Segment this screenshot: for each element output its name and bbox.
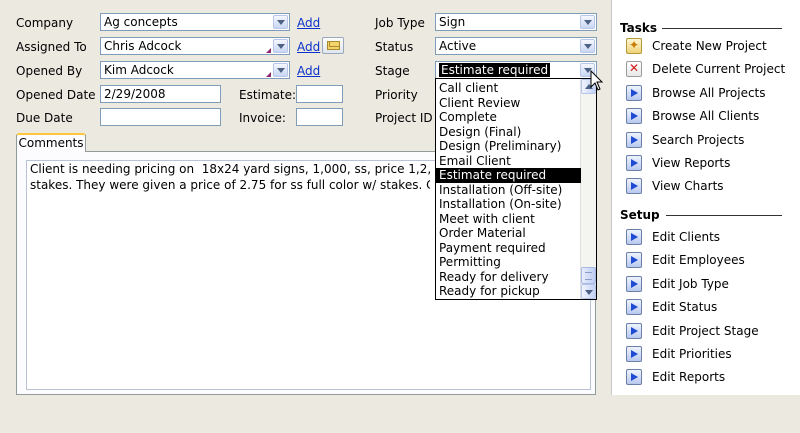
chevron-down-icon[interactable]	[273, 63, 288, 77]
estimate-field[interactable]	[296, 85, 343, 103]
setup-item-label[interactable]: Edit Priorities	[652, 347, 732, 361]
stage-option[interactable]: Installation (Off-site)	[436, 183, 581, 198]
stage-option[interactable]: Client Review	[436, 96, 581, 111]
invoice-label: Invoice:	[239, 111, 286, 125]
email-button[interactable]	[322, 37, 344, 54]
opened-by-value: Kim Adcock	[104, 63, 174, 77]
stage-select[interactable]: Estimate required	[435, 61, 597, 79]
status-label: Status	[375, 40, 414, 54]
stage-option[interactable]: Ready for delivery	[436, 270, 581, 285]
arrow-right-icon[interactable]	[626, 131, 642, 148]
setup-item-label[interactable]: Edit Employees	[652, 253, 745, 267]
job-type-select[interactable]: Sign	[435, 13, 597, 31]
tasks-divider	[662, 28, 782, 29]
company-select[interactable]: Ag concepts	[100, 13, 290, 31]
chevron-down-icon[interactable]	[273, 15, 288, 29]
stage-option[interactable]: Meet with client	[436, 212, 581, 227]
arrow-right-icon[interactable]	[626, 346, 642, 362]
setup-item-label[interactable]: Edit Status	[652, 300, 717, 314]
stage-option[interactable]: Order Material	[436, 226, 581, 241]
scroll-thumb[interactable]	[581, 267, 596, 284]
add-opener-link[interactable]: Add	[297, 64, 320, 78]
opened-date-label: Opened Date	[16, 88, 96, 102]
arrow-right-icon[interactable]	[626, 275, 642, 292]
resize-grip-icon	[266, 72, 271, 77]
status-value: Active	[439, 39, 477, 53]
envelope-icon	[327, 41, 340, 50]
mouse-cursor-icon	[590, 70, 604, 91]
tasks-item-label[interactable]: Browse All Clients	[652, 109, 759, 123]
arrow-right-icon[interactable]	[626, 178, 642, 195]
company-value: Ag concepts	[104, 15, 178, 29]
comments-line-2: stakes. They were given a price of 2.75 …	[30, 178, 430, 192]
stage-option[interactable]: Design (Final)	[436, 125, 581, 140]
setup-item-label[interactable]: Edit Reports	[652, 370, 725, 384]
arrow-right-icon[interactable]	[626, 369, 642, 386]
scroll-down-icon[interactable]	[581, 284, 596, 299]
due-date-field[interactable]	[100, 108, 221, 126]
tasks-item-label[interactable]: View Charts	[652, 179, 724, 193]
chevron-down-icon[interactable]	[580, 39, 595, 53]
due-date-label: Due Date	[16, 111, 73, 125]
tasks-item-label[interactable]: Delete Current Project	[652, 62, 785, 76]
stage-option[interactable]: Complete	[436, 110, 581, 125]
tasks-item-label[interactable]: View Reports	[652, 156, 730, 170]
stage-label: Stage	[375, 64, 410, 78]
estimate-label: Estimate:	[239, 88, 297, 102]
arrow-right-icon[interactable]	[626, 155, 642, 171]
new-project-icon[interactable]	[626, 38, 642, 54]
delete-icon[interactable]	[626, 61, 642, 78]
stage-option[interactable]: Permitting	[436, 255, 581, 270]
priority-label: Priority	[375, 88, 418, 102]
setup-item-label[interactable]: Edit Job Type	[652, 277, 729, 291]
job-type-label: Job Type	[375, 16, 425, 30]
stage-option[interactable]: Payment required	[436, 241, 581, 256]
assigned-to-select[interactable]: Chris Adcock	[100, 37, 290, 55]
project-id-label: Project ID	[375, 111, 433, 125]
arrow-right-icon[interactable]	[626, 229, 642, 245]
arrow-right-icon[interactable]	[626, 84, 642, 101]
setup-divider	[666, 215, 782, 216]
stage-option[interactable]: Design (Preliminary)	[436, 139, 581, 154]
opened-date-field[interactable]: 2/29/2008	[100, 85, 221, 103]
tasks-item-label[interactable]: Create New Project	[652, 39, 767, 53]
setup-item-label[interactable]: Edit Project Stage	[652, 324, 759, 338]
company-label: Company	[16, 16, 74, 30]
chevron-down-icon[interactable]	[580, 15, 595, 29]
stage-option[interactable]: Installation (On-site)	[436, 197, 581, 212]
resize-grip-icon	[266, 48, 271, 53]
opened-by-label: Opened By	[16, 64, 83, 78]
comments-line-1: Client is needing pricing on 18x24 yard …	[30, 162, 430, 176]
stage-dropdown-list[interactable]: Call client Client Review Complete Design (…	[435, 78, 597, 300]
arrow-right-icon[interactable]	[626, 108, 642, 125]
stage-option[interactable]: Call client	[436, 81, 581, 96]
tab-comments[interactable]: Comments	[16, 133, 86, 152]
chevron-down-icon[interactable]	[273, 39, 288, 53]
tasks-item-label[interactable]: Browse All Projects	[652, 86, 766, 100]
dropdown-scrollbar[interactable]	[580, 79, 596, 299]
arrow-right-icon[interactable]	[626, 252, 642, 269]
tasks-heading: Tasks	[620, 21, 658, 35]
status-select[interactable]: Active	[435, 37, 597, 55]
setup-heading: Setup	[620, 208, 660, 222]
add-company-link[interactable]: Add	[297, 16, 320, 30]
job-type-value: Sign	[439, 15, 466, 29]
assigned-to-label: Assigned To	[16, 40, 87, 54]
arrow-right-icon[interactable]	[626, 322, 642, 339]
stage-value: Estimate required	[439, 63, 551, 77]
arrow-right-icon[interactable]	[626, 299, 642, 316]
assigned-to-value: Chris Adcock	[104, 39, 182, 53]
tasks-item-label[interactable]: Search Projects	[652, 133, 744, 147]
invoice-field[interactable]	[296, 108, 343, 126]
stage-option[interactable]: Estimate required	[436, 168, 581, 183]
add-assignee-link[interactable]: Add	[297, 40, 320, 54]
stage-option[interactable]: Email Client	[436, 154, 581, 169]
opened-by-select[interactable]: Kim Adcock	[100, 61, 290, 79]
setup-item-label[interactable]: Edit Clients	[652, 230, 720, 244]
stage-option[interactable]: Ready for pickup	[436, 284, 581, 299]
